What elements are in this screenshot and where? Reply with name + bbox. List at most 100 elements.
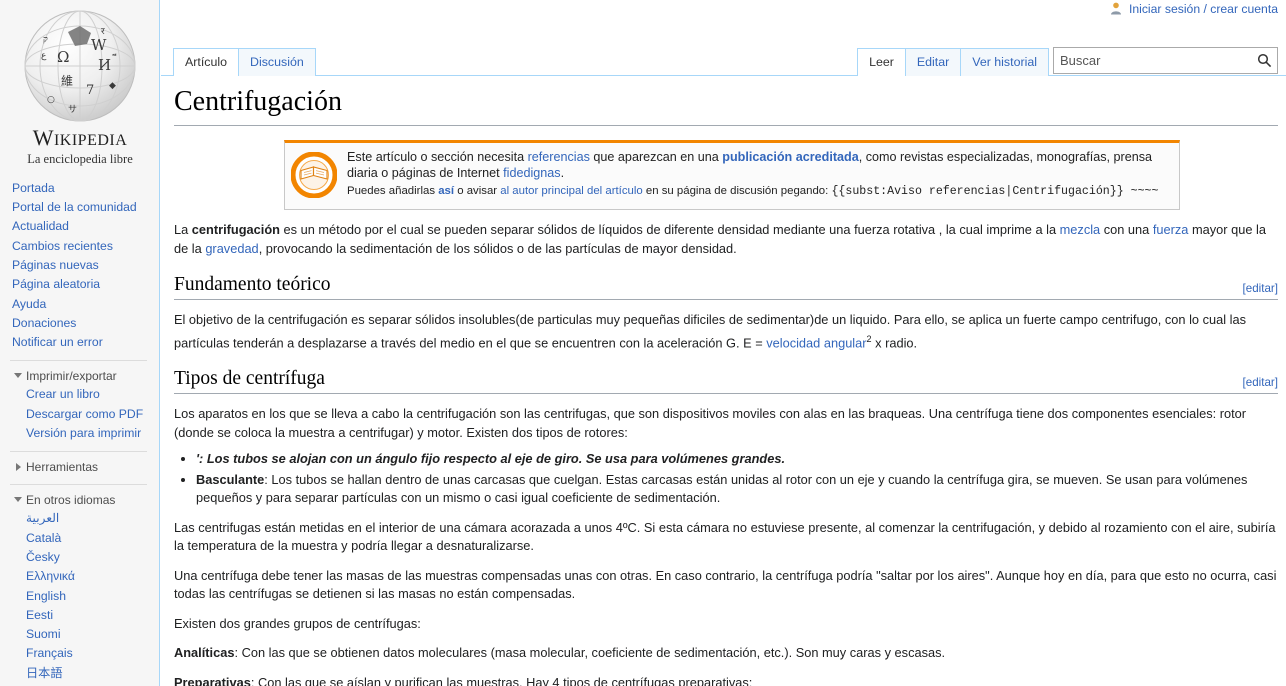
rotor-bullet-2-text: : Los tubos se hallan dentro de unas car… (196, 471, 1248, 506)
intro-paragraph: La centrifugación es un método por el cu… (174, 221, 1278, 258)
tools-heading[interactable]: Herramientas (12, 458, 159, 476)
language-item-6[interactable]: Suomi (26, 625, 159, 644)
notice-link-publicacion-acreditada[interactable]: publicación acreditada (722, 150, 858, 164)
list-item: Crear un libro (26, 385, 159, 404)
tab-ver-historial[interactable]: Ver historial (960, 48, 1049, 76)
svg-text:И: И (98, 56, 111, 74)
sidebar-item-0[interactable]: Portada (12, 179, 159, 198)
list-item: Descargar como PDF (26, 405, 159, 424)
search-icon[interactable] (1251, 48, 1277, 73)
language-item-8[interactable]: 日本語 (26, 664, 159, 683)
languages-label: En otros idiomas (26, 493, 116, 508)
rotor-bullet-1-text: ': Los tubos se alojan con un ángulo fij… (196, 451, 785, 467)
notice-link-autor-principal[interactable]: al autor principal del artículo (500, 185, 642, 197)
wikipedia-wordmark: WIKIPEDIA (0, 126, 160, 150)
notice-link-referencias[interactable]: referencias (528, 150, 590, 164)
tools-label: Herramientas (26, 460, 99, 475)
tab-editar[interactable]: Editar (904, 48, 962, 76)
sidebar-item-5[interactable]: Página aleatoria (12, 275, 159, 294)
svg-text:ק: ק (43, 35, 48, 45)
svg-text:○: ○ (47, 95, 55, 105)
chevron-down-icon (14, 373, 22, 379)
section-1-text-a: El objetivo de la centrifugación es sepa… (174, 312, 1246, 350)
sidebar-item-4[interactable]: Páginas nuevas (12, 256, 159, 275)
languages-heading[interactable]: En otros idiomas (12, 491, 159, 509)
list-item: Donaciones (12, 314, 159, 333)
group-analiticas: Analíticas: Con las que se obtienen dato… (174, 644, 1278, 663)
sidebar-item-8[interactable]: Notificar un error (12, 333, 159, 352)
list-item: ': Los tubos se alojan con un ángulo fij… (196, 450, 1278, 469)
login-link[interactable]: Iniciar sesión / crear cuenta (1129, 2, 1278, 16)
print-export-item-1[interactable]: Descargar como PDF (26, 405, 159, 424)
sidebar-item-3[interactable]: Cambios recientes (12, 237, 159, 256)
notice-l2-a: Puedes añadirlas (347, 185, 439, 197)
list-item: Česky (26, 548, 159, 567)
group-analiticas-text: : Con las que se obtienen datos molecula… (234, 645, 946, 661)
language-item-7[interactable]: Français (26, 644, 159, 663)
language-item-4[interactable]: English (26, 587, 159, 606)
list-item: العربية (26, 509, 159, 528)
svg-text:W: W (91, 36, 107, 54)
references-notice-box: Este artículo o sección necesita referen… (284, 140, 1180, 210)
svg-text:◆: ◆ (109, 81, 116, 91)
edit-link-fundamento-teorico[interactable]: [editar] (1243, 282, 1278, 295)
tab-discusion[interactable]: Discusión (238, 48, 316, 76)
wikipedia-logo[interactable]: Ω W И 維 7 ع ◆ ○ サ ק र ี WI (0, 0, 160, 167)
sidebar-item-6[interactable]: Ayuda (12, 295, 159, 314)
section-1-label: Fundamento teórico (174, 274, 331, 295)
section-2-paragraph: Los aparatos en los que se lleva a cabo … (174, 406, 1247, 440)
list-item: Ayuda (12, 295, 159, 314)
list-item: Ελληνικά (26, 567, 159, 586)
sidebar-item-7[interactable]: Donaciones (12, 314, 159, 333)
sidebar-item-1[interactable]: Portal de la comunidad (12, 198, 159, 217)
svg-text:Ω: Ω (57, 48, 69, 66)
print-export-heading[interactable]: Imprimir/exportar (12, 367, 159, 385)
group-preparativas-text: : Con las que se aíslan y purifican las … (250, 674, 753, 686)
sidebar-item-2[interactable]: Actualidad (12, 217, 159, 236)
list-item: Suomi (26, 625, 159, 644)
list-item: Notificar un error (12, 333, 159, 352)
language-item-5[interactable]: Eesti (26, 606, 159, 625)
language-item-3[interactable]: Ελληνικά (26, 567, 159, 586)
list-item: Actualidad (12, 217, 159, 236)
svg-text:サ: サ (68, 104, 77, 115)
list-item: English (26, 587, 159, 606)
language-item-1[interactable]: Català (26, 529, 159, 548)
section-heading-tipos-de-centrifuga: Tipos de centrífuga [editar] (174, 368, 1278, 395)
list-item: Eesti (26, 606, 159, 625)
language-item-2[interactable]: Česky (26, 548, 159, 567)
print-export-item-0[interactable]: Crear un libro (26, 385, 159, 404)
link-gravedad[interactable]: gravedad (205, 241, 258, 256)
tab-baseline (161, 75, 1286, 76)
notice-link-fidedignas[interactable]: fidedignas (503, 166, 560, 180)
notice-link-asi[interactable]: así (438, 185, 454, 197)
notice-line-2: Puedes añadirlas así o avisar al autor p… (347, 184, 1171, 199)
link-fuerza[interactable]: fuerza (1153, 222, 1189, 237)
rotor-types-list: ': Los tubos se alojan con un ángulo fij… (174, 450, 1278, 508)
svg-text:र: र (101, 27, 105, 37)
intro-e: , provocando la sedimentación de los sól… (258, 240, 737, 256)
edit-link-tipos-de-centrifuga[interactable]: [editar] (1243, 376, 1278, 389)
list-item: Portal de la comunidad (12, 198, 159, 217)
view-tabs: Leer Editar Ver historial (857, 48, 1049, 76)
notice-subst-code: {{subst:Aviso referencias|Centrifugación… (831, 185, 1159, 198)
tab-articulo[interactable]: Artículo (173, 48, 240, 76)
tab-leer[interactable]: Leer (857, 48, 906, 76)
wordmark-initial: W (32, 125, 54, 150)
chevron-right-icon (16, 463, 21, 472)
search-input[interactable] (1054, 48, 1251, 73)
sidebar-portal-tools: Herramientas (0, 458, 159, 476)
link-mezcla[interactable]: mezcla (1060, 222, 1101, 237)
tab-leer-label: Leer (869, 55, 894, 69)
section-2-label: Tipos de centrífuga (174, 368, 325, 390)
notice-text: Este artículo o sección necesita referen… (343, 149, 1171, 203)
link-velocidad-angular[interactable]: velocidad angular (766, 335, 866, 350)
list-item: 日本語 (26, 664, 159, 683)
language-item-0[interactable]: العربية (26, 509, 159, 528)
search-box[interactable] (1053, 47, 1278, 74)
list-item: Basculante: Los tubos se hallan dentro d… (196, 471, 1278, 508)
wikipedia-globe-icon[interactable]: Ω W И 維 7 ع ◆ ○ サ ק र ี (13, 6, 148, 126)
wikipedia-page: Ω W И 維 7 ع ◆ ○ サ ק र ี WI (0, 0, 1286, 686)
notice-l1-a: Este artículo o sección necesita (347, 150, 528, 164)
print-export-item-2[interactable]: Versión para imprimir (26, 424, 159, 443)
